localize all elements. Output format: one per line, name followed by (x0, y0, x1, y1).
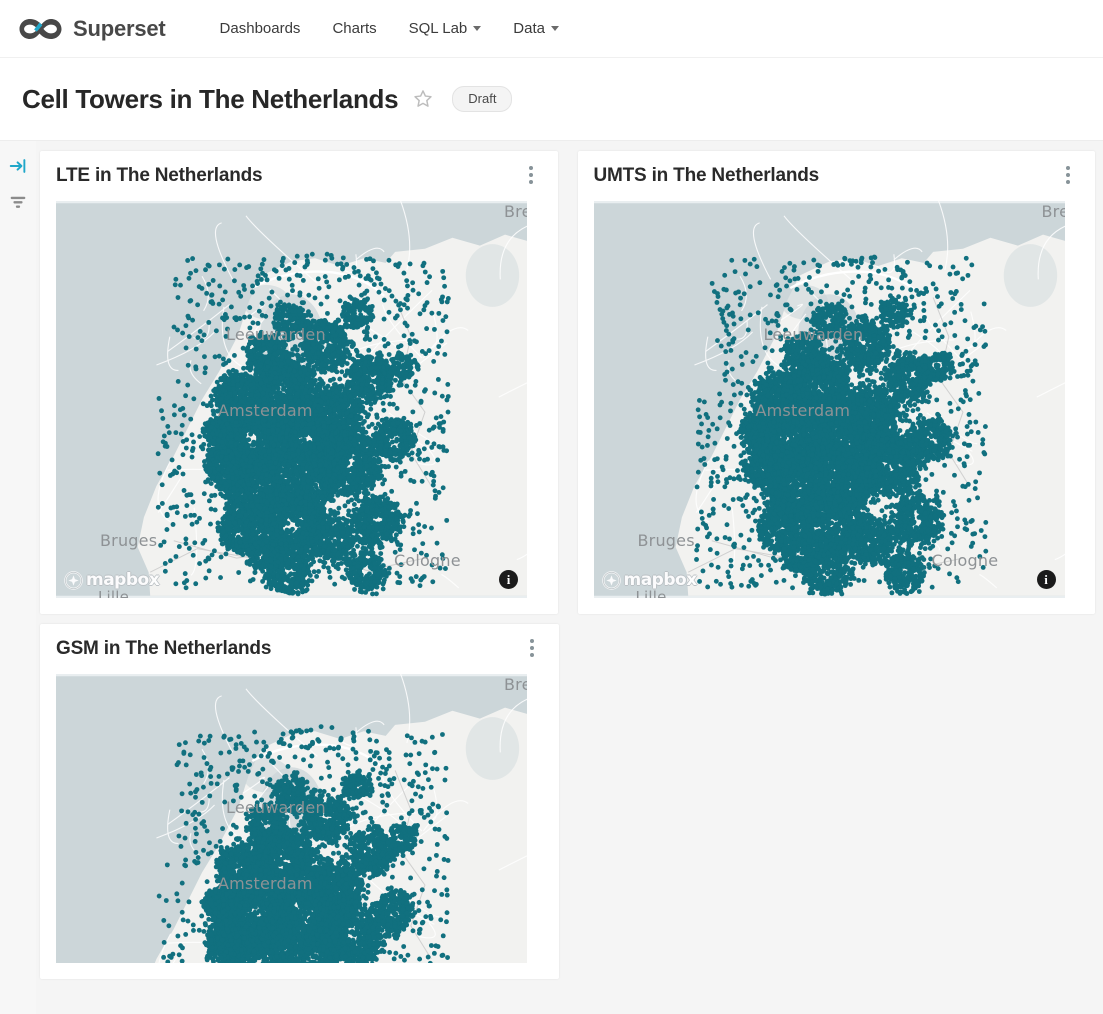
nav-link-charts-label: Charts (332, 20, 376, 37)
superset-brand[interactable]: Superset (18, 16, 166, 42)
mapbox-logo-icon (64, 571, 83, 590)
star-outline-icon[interactable] (412, 88, 434, 110)
chart-row-1: LTE in The Netherlands Leeuwarden Amster… (40, 151, 1095, 614)
mapbox-attribution[interactable]: mapbox (602, 570, 697, 590)
expand-panel-button[interactable] (7, 155, 29, 177)
chart-card-umts: UMTS in The Netherlands Leeuwarden Amste… (578, 151, 1096, 614)
filter-button[interactable] (7, 191, 29, 213)
chevron-down-icon (473, 26, 481, 31)
nav-link-data[interactable]: Data (497, 0, 575, 58)
dashboard-header: Cell Towers in The Netherlands Draft (0, 58, 1103, 141)
mapbox-wordmark: mapbox (86, 570, 159, 590)
brand-name: Superset (73, 16, 166, 42)
map-umts[interactable]: Leeuwarden Amsterdam Bruges Belgium Lill… (594, 201, 1065, 598)
superset-infinity-logo (18, 16, 64, 42)
map-basemap (56, 201, 527, 598)
dashboard-body: LTE in The Netherlands Leeuwarden Amster… (0, 141, 1103, 1014)
expand-panel-icon (8, 156, 28, 176)
filter-funnel-icon (8, 192, 28, 212)
chart-title-umts: UMTS in The Netherlands (594, 163, 820, 187)
chart-title-gsm: GSM in The Netherlands (56, 636, 271, 660)
map-gsm[interactable]: Leeuwarden Amsterdam Bre (56, 674, 527, 963)
map-basemap (594, 201, 1065, 598)
nav-link-data-label: Data (513, 20, 545, 37)
kebab-menu-icon[interactable] (521, 636, 543, 660)
chart-card-gsm: GSM in The Netherlands Leeuwarden Amster… (40, 624, 559, 979)
kebab-dot (529, 180, 533, 184)
kebab-menu-icon[interactable] (1057, 163, 1079, 187)
chart-header-umts: UMTS in The Netherlands (594, 163, 1080, 201)
nav-link-charts[interactable]: Charts (316, 0, 392, 58)
chart-title-lte: LTE in The Netherlands (56, 163, 262, 187)
kebab-dot (1066, 173, 1070, 177)
chart-header-gsm: GSM in The Netherlands (56, 636, 543, 674)
map-basemap (56, 674, 527, 963)
map-info-button[interactable]: i (1037, 570, 1056, 589)
chart-card-lte: LTE in The Netherlands Leeuwarden Amster… (40, 151, 558, 614)
kebab-dot (529, 173, 533, 177)
chart-row-2: GSM in The Netherlands Leeuwarden Amster… (40, 624, 1095, 979)
map-info-button[interactable]: i (499, 570, 518, 589)
chevron-down-icon (551, 26, 559, 31)
chart-grid: LTE in The Netherlands Leeuwarden Amster… (36, 141, 1103, 1014)
kebab-dot (1066, 166, 1070, 170)
mapbox-wordmark: mapbox (624, 570, 697, 590)
page-title: Cell Towers in The Netherlands (22, 84, 398, 115)
kebab-dot (530, 639, 534, 643)
kebab-dot (529, 166, 533, 170)
top-navbar: Superset Dashboards Charts SQL Lab Data (0, 0, 1103, 58)
map-lte[interactable]: Leeuwarden Amsterdam Bruges Belgium Lill… (56, 201, 527, 598)
kebab-dot (530, 646, 534, 650)
status-badge: Draft (452, 86, 512, 113)
mapbox-attribution[interactable]: mapbox (64, 570, 159, 590)
nav-link-dashboards-label: Dashboards (220, 20, 301, 37)
chart-header-lte: LTE in The Netherlands (56, 163, 542, 201)
nav-links: Dashboards Charts SQL Lab Data (204, 0, 575, 58)
kebab-menu-icon[interactable] (520, 163, 542, 187)
nav-link-sql-lab-label: SQL Lab (409, 20, 468, 37)
kebab-dot (530, 653, 534, 657)
nav-link-sql-lab[interactable]: SQL Lab (393, 0, 498, 58)
left-rail (0, 141, 36, 1014)
mapbox-logo-icon (602, 571, 621, 590)
kebab-dot (1066, 180, 1070, 184)
nav-link-dashboards[interactable]: Dashboards (204, 0, 317, 58)
